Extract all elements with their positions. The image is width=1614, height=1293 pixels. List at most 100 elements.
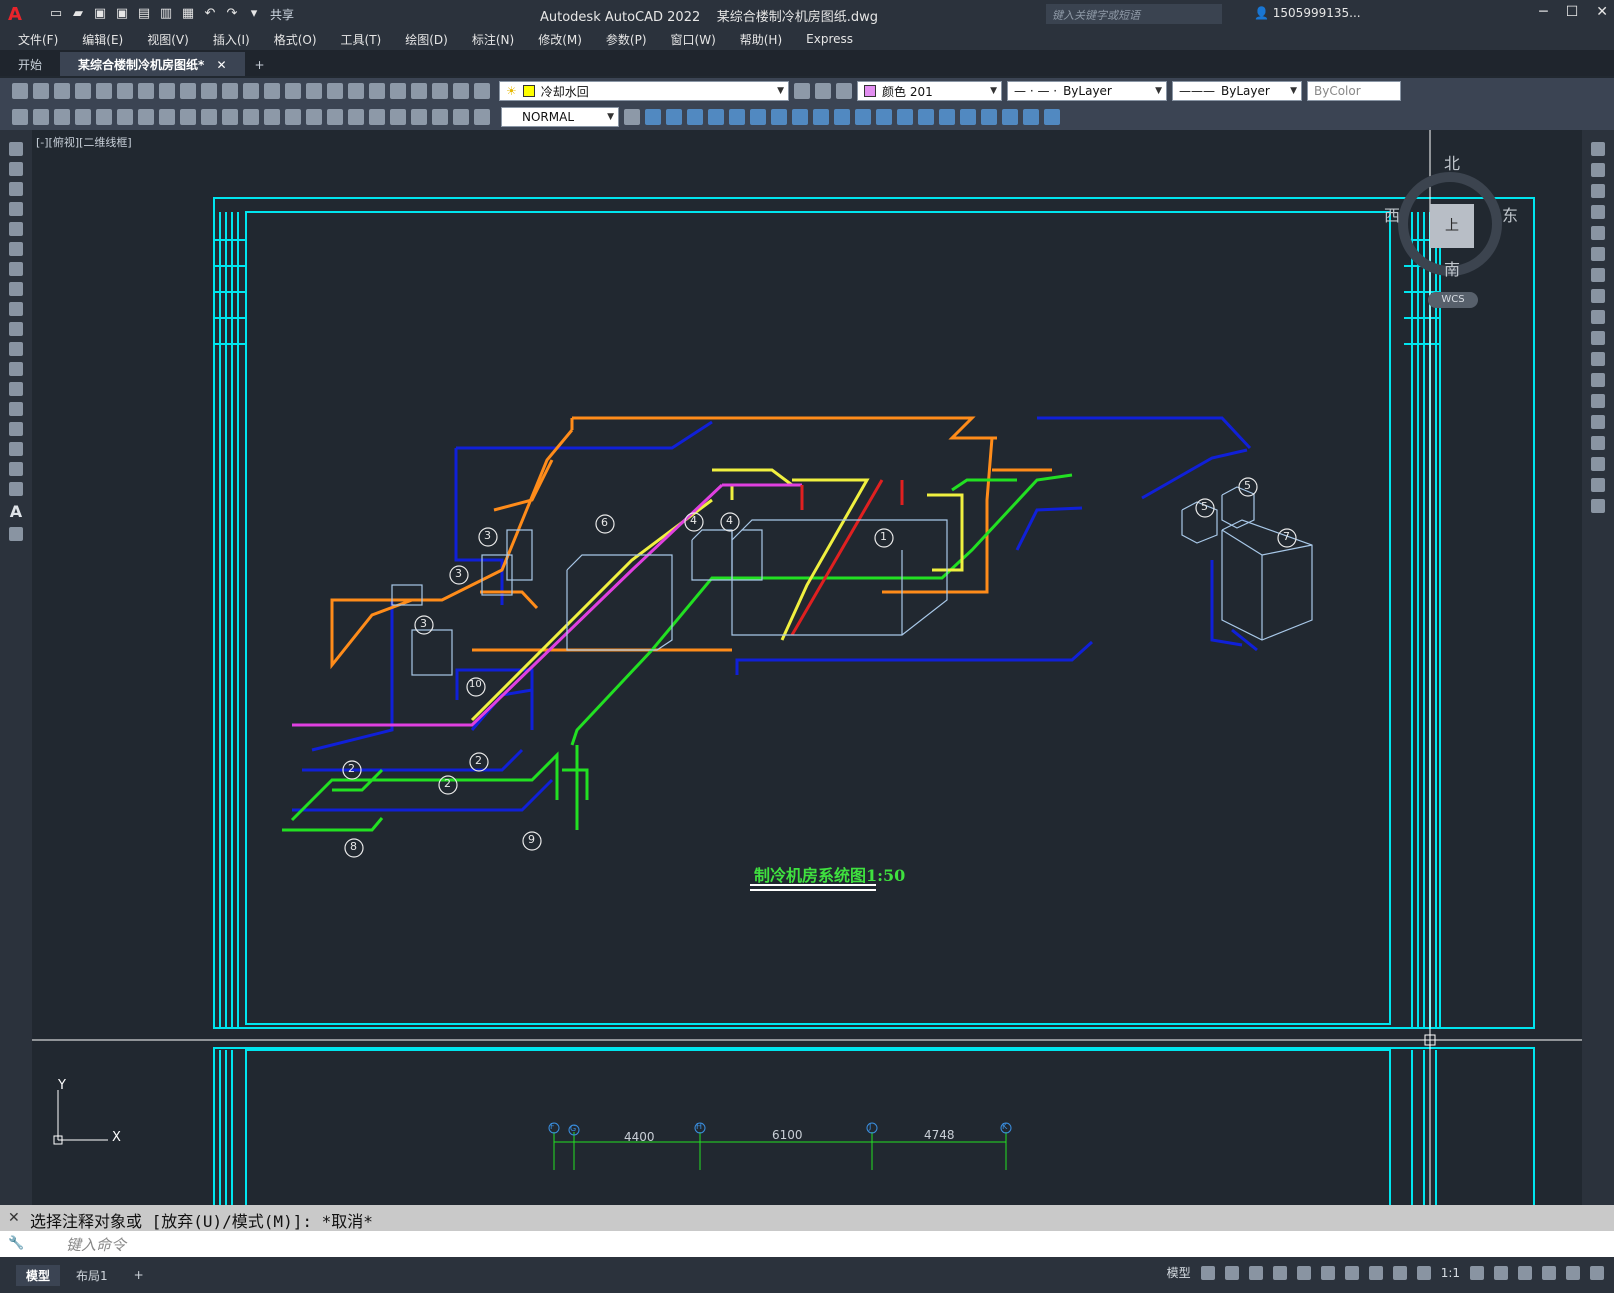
command-input[interactable]: 键入命令 bbox=[0, 1231, 1614, 1257]
layer-properties-icon[interactable] bbox=[474, 83, 490, 99]
trim-icon[interactable] bbox=[1591, 331, 1605, 345]
chamfer-icon[interactable] bbox=[1591, 436, 1605, 450]
move-icon[interactable] bbox=[729, 109, 745, 125]
lineweight-dropdown[interactable]: ——— ByLayer ▼ bbox=[1172, 81, 1302, 101]
hatch-icon[interactable] bbox=[9, 422, 23, 436]
rotate-icon[interactable] bbox=[1591, 268, 1605, 282]
gear-icon[interactable] bbox=[1470, 1265, 1484, 1280]
calculator-icon[interactable] bbox=[432, 83, 448, 99]
menu-file[interactable]: 文件(F) bbox=[18, 31, 58, 48]
fillet-icon[interactable] bbox=[1591, 457, 1605, 471]
menu-parametric[interactable]: 参数(P) bbox=[606, 31, 647, 48]
hardware-acceleration-icon[interactable] bbox=[1542, 1265, 1556, 1280]
ungroup-icon[interactable] bbox=[1002, 109, 1018, 125]
chamfer-icon[interactable] bbox=[897, 109, 913, 125]
rotate-icon[interactable] bbox=[750, 109, 766, 125]
qat-dropdown-icon[interactable]: ▾ bbox=[246, 6, 262, 22]
plot-icon[interactable]: ▦ bbox=[180, 6, 196, 22]
block-edit-icon[interactable] bbox=[33, 109, 49, 125]
plot-preview-icon[interactable]: ▥ bbox=[158, 6, 174, 22]
erase-icon[interactable] bbox=[1591, 142, 1605, 156]
drawing-canvas[interactable]: [-][俯视][二维线框] 1 2 2 2 3 3 3 4 4 5 5 6 7 … bbox=[32, 130, 1582, 1205]
break-icon[interactable] bbox=[1591, 394, 1605, 408]
plotstyle-dropdown[interactable]: ByColor bbox=[1307, 81, 1401, 101]
ordinate-dim-icon[interactable] bbox=[138, 109, 154, 125]
circle-icon[interactable] bbox=[9, 262, 23, 276]
diameter-dim-icon[interactable] bbox=[201, 109, 217, 125]
ellipse-arc-icon[interactable] bbox=[9, 342, 23, 356]
add-layout-button[interactable]: + bbox=[124, 1266, 154, 1284]
layer-dropdown[interactable]: ☀ 冷却水回 ▼ bbox=[499, 81, 789, 101]
scale-icon[interactable] bbox=[1591, 289, 1605, 303]
make-block-icon[interactable] bbox=[9, 382, 23, 396]
model-space-toggle[interactable]: 模型 bbox=[1167, 1264, 1191, 1281]
arc-icon[interactable] bbox=[9, 242, 23, 256]
undo-icon[interactable]: ↶ bbox=[202, 6, 218, 22]
share-button[interactable]: 共享 bbox=[270, 6, 294, 23]
line-icon[interactable] bbox=[9, 142, 23, 156]
ortho-icon[interactable] bbox=[1248, 1265, 1263, 1280]
mirror-icon[interactable] bbox=[666, 109, 682, 125]
trim-icon[interactable] bbox=[813, 109, 829, 125]
extend-icon[interactable] bbox=[834, 109, 850, 125]
ellipse-icon[interactable] bbox=[9, 322, 23, 336]
user-account[interactable]: 👤 1505999135... bbox=[1254, 6, 1361, 20]
dimstyle-dropdown[interactable]: NORMAL ▼ bbox=[501, 107, 619, 127]
linear-dim-icon[interactable] bbox=[75, 109, 91, 125]
open-icon[interactable] bbox=[33, 83, 49, 99]
publish-icon[interactable] bbox=[117, 83, 133, 99]
zoom-realtime-icon[interactable] bbox=[285, 83, 301, 99]
dim-edit-icon[interactable] bbox=[432, 109, 448, 125]
join-icon[interactable] bbox=[876, 109, 892, 125]
viewcube-top-face[interactable]: 上 bbox=[1430, 204, 1474, 248]
help-icon[interactable] bbox=[453, 83, 469, 99]
offset-icon[interactable] bbox=[1591, 205, 1605, 219]
redo-icon[interactable] bbox=[243, 83, 259, 99]
tolerance-icon[interactable] bbox=[348, 109, 364, 125]
break-icon[interactable] bbox=[855, 109, 871, 125]
open-icon[interactable]: ▰ bbox=[70, 6, 86, 22]
dim-text-edit-icon[interactable] bbox=[453, 109, 469, 125]
properties-icon[interactable] bbox=[348, 83, 364, 99]
draworder-icon[interactable] bbox=[960, 109, 976, 125]
stretch-icon[interactable] bbox=[1591, 310, 1605, 324]
jogged-linear-icon[interactable] bbox=[411, 109, 427, 125]
save-icon[interactable]: ▣ bbox=[92, 6, 108, 22]
move-icon[interactable] bbox=[1591, 247, 1605, 261]
cut-icon[interactable] bbox=[138, 83, 154, 99]
qnew-icon[interactable] bbox=[12, 83, 28, 99]
spline-icon[interactable] bbox=[9, 302, 23, 316]
attribute-icon[interactable] bbox=[54, 109, 70, 125]
viewcube-west[interactable]: 西 bbox=[1384, 202, 1400, 226]
save-as-icon[interactable]: ▣ bbox=[114, 6, 130, 22]
scale-icon[interactable] bbox=[771, 109, 787, 125]
polyline-icon[interactable] bbox=[9, 182, 23, 196]
tab-layout1[interactable]: 布局1 bbox=[66, 1265, 118, 1286]
menu-draw[interactable]: 绘图(D) bbox=[405, 31, 448, 48]
add-selected-icon[interactable] bbox=[9, 527, 23, 541]
copy-icon[interactable] bbox=[1591, 163, 1605, 177]
tab-active-drawing[interactable]: 某综合楼制冷机房图纸* ✕ bbox=[60, 52, 245, 76]
polygon-icon[interactable] bbox=[9, 202, 23, 216]
radius-dim-icon[interactable] bbox=[159, 109, 175, 125]
viewcube-east[interactable]: 东 bbox=[1502, 202, 1518, 226]
maximize-icon[interactable]: ☐ bbox=[1566, 4, 1579, 20]
match-properties-icon[interactable] bbox=[201, 83, 217, 99]
menu-insert[interactable]: 插入(I) bbox=[213, 31, 250, 48]
grid-icon[interactable] bbox=[1200, 1265, 1215, 1280]
color-dropdown[interactable]: 颜色 201 ▼ bbox=[857, 81, 1002, 101]
save-icon[interactable] bbox=[54, 83, 70, 99]
center-mark-icon[interactable] bbox=[369, 109, 385, 125]
new-tab-button[interactable]: + bbox=[245, 54, 275, 76]
plus-icon[interactable] bbox=[1494, 1265, 1508, 1280]
undo-icon[interactable] bbox=[222, 83, 238, 99]
tab-start[interactable]: 开始 bbox=[0, 52, 60, 76]
join-icon[interactable] bbox=[1591, 415, 1605, 429]
menu-express[interactable]: Express bbox=[806, 32, 853, 46]
isodraft-icon[interactable] bbox=[1296, 1265, 1311, 1280]
publish-icon[interactable]: ▤ bbox=[136, 6, 152, 22]
rectangle-icon[interactable] bbox=[9, 222, 23, 236]
mirror-icon[interactable] bbox=[1591, 184, 1605, 198]
block-icon[interactable] bbox=[1023, 109, 1039, 125]
revision-cloud-icon[interactable] bbox=[9, 282, 23, 296]
